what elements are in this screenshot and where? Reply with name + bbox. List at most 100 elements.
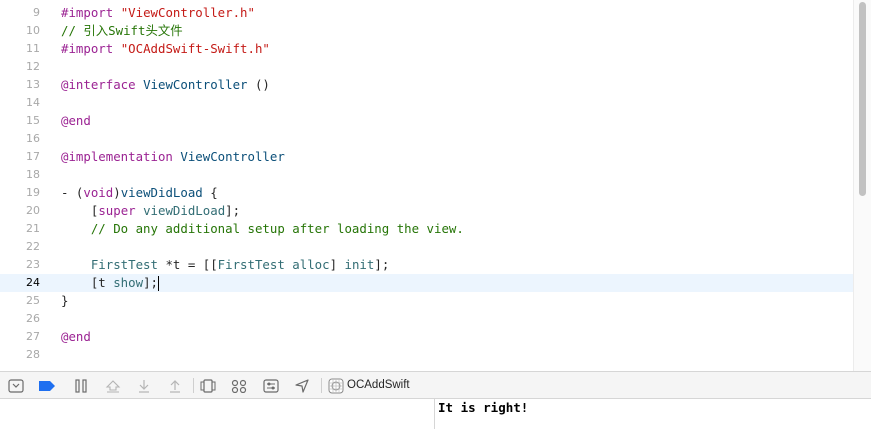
line-code: @interface ViewController (): [61, 76, 270, 94]
code-line[interactable]: 20 [super viewDidLoad];: [0, 202, 853, 220]
step-into-icon[interactable]: [135, 377, 153, 394]
text-cursor: [157, 276, 159, 291]
line-number: 10: [26, 24, 40, 37]
code-token: super: [98, 203, 136, 218]
code-line[interactable]: 26: [0, 310, 853, 328]
code-token: init: [344, 257, 375, 272]
code-token: @end: [61, 329, 91, 344]
app-target-icon[interactable]: [327, 377, 345, 394]
code-token: ];: [225, 203, 241, 218]
code-line[interactable]: 23 FirstTest *t = [[FirstTest alloc] ini…: [0, 256, 853, 274]
code-token: FirstTest: [90, 257, 158, 272]
console-view[interactable]: It is right!: [435, 399, 871, 429]
code-token: "OCAddSwift-Swift.h": [120, 41, 270, 56]
code-line[interactable]: 19 - (void)viewDidLoad {: [0, 184, 853, 202]
line-code: }: [61, 292, 68, 310]
code-line[interactable]: 11 #import "OCAddSwift-Swift.h": [0, 40, 853, 58]
line-code: @implementation ViewController: [61, 148, 285, 166]
line-number: 17: [26, 150, 40, 163]
code-token: ): [113, 185, 121, 200]
line-number: 27: [26, 330, 40, 343]
line-number: 15: [26, 114, 40, 127]
line-number: 21: [26, 222, 40, 235]
code-token: ];: [374, 257, 390, 272]
console-output: It is right!: [438, 400, 529, 415]
code-token: {: [202, 185, 218, 200]
code-token: @interface: [61, 77, 136, 92]
line-number: 25: [26, 294, 40, 307]
line-number: 13: [26, 78, 40, 91]
code-line[interactable]: 18: [0, 166, 853, 184]
code-token: ]: [329, 257, 345, 272]
code-line[interactable]: 25}: [0, 292, 853, 310]
line-number: 20: [26, 204, 40, 217]
line-code: @end: [61, 112, 91, 130]
code-editor[interactable]: 9 #import "ViewController.h" 10 // 引入Swift头…: [0, 0, 853, 371]
code-line[interactable]: 21 // Do any additional setup after load…: [0, 220, 853, 238]
step-out-icon[interactable]: [166, 377, 184, 394]
code-line[interactable]: 13 @interface ViewController (): [0, 76, 853, 94]
code-token: ];: [143, 275, 158, 290]
pause-icon[interactable]: [72, 377, 90, 394]
breakpoints-toggle-icon[interactable]: [38, 377, 56, 394]
line-code: // Do any additional setup after loading…: [61, 220, 464, 238]
line-code: [super viewDidLoad];: [61, 202, 240, 220]
code-line[interactable]: 17 @implementation ViewController: [0, 148, 853, 166]
line-code: #import "ViewController.h": [61, 4, 255, 22]
toolbar-divider: [193, 378, 194, 393]
debug-view-hierarchy-icon[interactable]: [199, 377, 217, 394]
code-token: "ViewController.h": [120, 5, 255, 20]
debug-bar: OCAddSwift: [0, 371, 871, 399]
code-line[interactable]: 14: [0, 94, 853, 112]
line-number: 22: [26, 240, 40, 253]
code-token: [t: [61, 275, 114, 290]
environment-overrides-icon[interactable]: [262, 377, 280, 394]
code-token: [: [61, 203, 99, 218]
line-number: 11: [26, 42, 40, 55]
code-line[interactable]: 22: [0, 238, 853, 256]
code-token: - (: [61, 185, 84, 200]
variables-view[interactable]: [0, 399, 434, 429]
code-token: ViewController: [180, 149, 285, 164]
code-line[interactable]: 27 @end: [0, 328, 853, 346]
simulate-location-icon[interactable]: [293, 377, 311, 394]
line-code: @end: [61, 328, 91, 346]
line-number: 9: [33, 6, 40, 19]
scrollbar-thumb[interactable]: [859, 2, 866, 196]
memory-graph-icon[interactable]: [230, 377, 248, 394]
step-over-icon[interactable]: [104, 377, 122, 394]
line-code: FirstTest *t = [[FirstTest alloc] init];: [61, 256, 389, 274]
code-token: ViewController: [143, 77, 248, 92]
code-token: // 引入Swift头文件: [61, 23, 183, 38]
line-number: 12: [26, 60, 40, 73]
code-token: *t = [[: [157, 257, 218, 272]
line-number: 19: [26, 186, 40, 199]
target-label[interactable]: OCAddSwift: [347, 377, 410, 394]
line-code: // 引入Swift头文件: [61, 22, 183, 40]
line-code: #import "OCAddSwift-Swift.h": [61, 40, 270, 58]
code-token: }: [61, 293, 69, 308]
code-line[interactable]: 9 #import "ViewController.h": [0, 4, 853, 22]
code-line[interactable]: 12: [0, 58, 853, 76]
line-number: 24: [26, 276, 40, 289]
code-token: show: [113, 275, 144, 290]
hide-debug-area-icon[interactable]: [7, 377, 25, 394]
line-number: 28: [26, 348, 40, 361]
code-token: #import: [61, 41, 121, 56]
code-line[interactable]: 16: [0, 130, 853, 148]
line-number: 26: [26, 312, 40, 325]
code-token: alloc: [292, 257, 330, 272]
code-line[interactable]: 10 // 引入Swift头文件: [0, 22, 853, 40]
line-code: - (void)viewDidLoad {: [61, 184, 218, 202]
editor-vertical-scrollbar[interactable]: [853, 0, 871, 371]
code-line[interactable]: 28: [0, 346, 853, 364]
code-token: #import: [61, 5, 121, 20]
code-line[interactable]: 24 [t show];: [0, 274, 853, 292]
line-number: 14: [26, 96, 40, 109]
code-line[interactable]: 15 @end: [0, 112, 853, 130]
code-token: viewDidLoad: [143, 203, 226, 218]
toolbar-divider: [321, 378, 322, 393]
code-token: void: [83, 185, 114, 200]
